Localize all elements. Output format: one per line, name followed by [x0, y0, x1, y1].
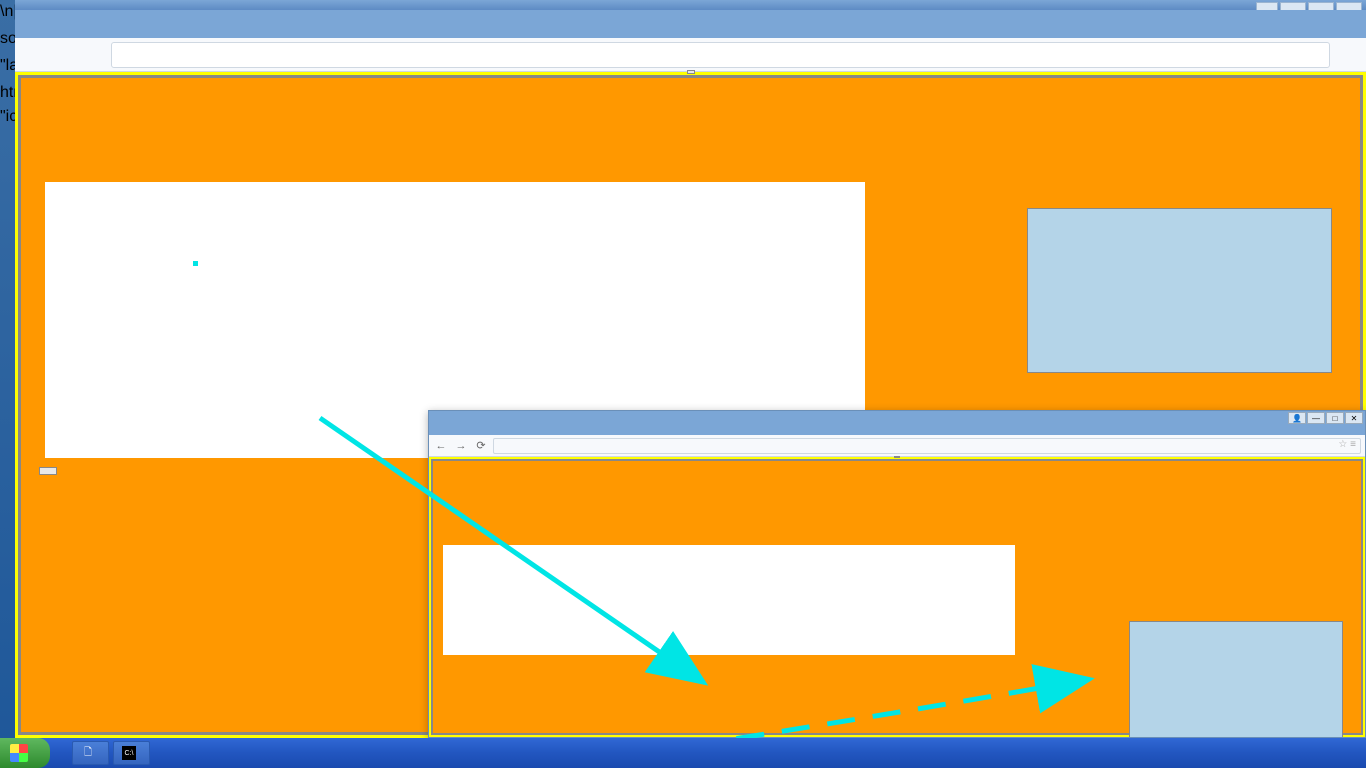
snapshot-select[interactable]	[687, 70, 695, 74]
overlay-page-inner	[431, 459, 1363, 735]
windows-logo-icon	[10, 744, 28, 762]
overlay-html-code-editor[interactable]	[443, 545, 1015, 655]
overlay-user-icon[interactable]: 👤	[1288, 412, 1306, 424]
nav-bar	[15, 38, 1366, 72]
titlebar	[15, 0, 1366, 10]
overlay-tab-bar	[429, 417, 1365, 435]
address-bar[interactable]	[111, 42, 1330, 68]
preview-frame	[1027, 208, 1332, 373]
snapshot-bar	[687, 70, 695, 74]
overlay-snapshot-select[interactable]	[894, 456, 900, 458]
taskbar-item[interactable]: C:\	[113, 741, 150, 765]
overlay-chrome-window: 👤 — □ ✕ ← → ⟳ ☆ ≡	[428, 410, 1366, 738]
taskbar-item[interactable]: 🗋	[72, 741, 109, 765]
desktop-icon	[1, 480, 15, 520]
overlay-back-button[interactable]: ←	[433, 438, 449, 454]
overlay-window-controls: 👤 — □ ✕	[1288, 412, 1363, 424]
overlay-reload-button[interactable]: ⟳	[473, 438, 489, 454]
overlay-nav-bar: ← → ⟳ ☆ ≡	[429, 435, 1365, 457]
overlay-page-body	[429, 457, 1365, 737]
overlay-preview-frame	[1129, 621, 1343, 738]
taskbar: 🗋 C:\	[0, 738, 1366, 768]
reload-button[interactable]	[81, 43, 105, 67]
forward-button[interactable]	[51, 43, 75, 67]
try-button[interactable]	[39, 467, 57, 475]
overlay-forward-button[interactable]: →	[453, 438, 469, 454]
tab-bar	[15, 10, 1366, 38]
overlay-minimize-button[interactable]: —	[1307, 412, 1325, 424]
back-button[interactable]	[21, 43, 45, 67]
overlay-address-bar[interactable]: ☆ ≡	[493, 438, 1361, 454]
document-icon: 🗋	[81, 746, 95, 760]
cyan-dot	[193, 261, 198, 266]
start-button[interactable]	[0, 738, 50, 768]
overlay-snapshot-bar	[894, 456, 900, 458]
cmd-icon: C:\	[122, 746, 136, 760]
overlay-maximize-button[interactable]: □	[1326, 412, 1344, 424]
chrome-menu-icon[interactable]	[1336, 43, 1360, 67]
overlay-close-button[interactable]: ✕	[1345, 412, 1363, 424]
